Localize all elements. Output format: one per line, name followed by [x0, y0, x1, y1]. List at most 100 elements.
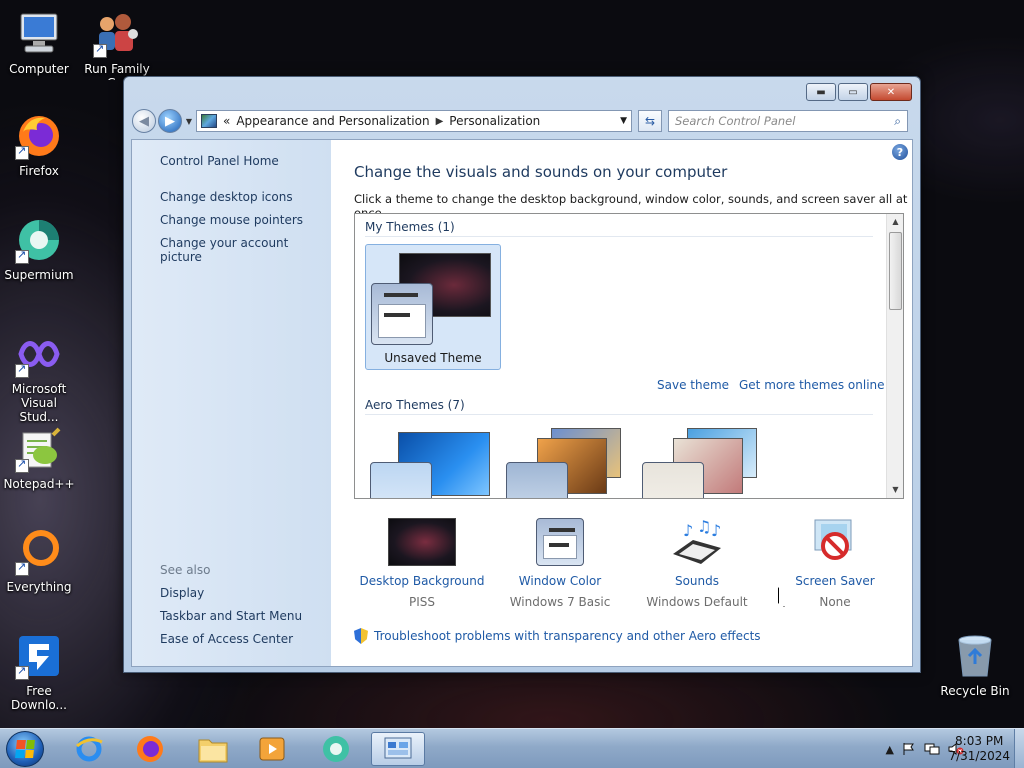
change-mouse-pointers-link[interactable]: Change mouse pointers [160, 213, 303, 227]
taskbar: ▲ 8:03 PM 7/31/2024 [0, 728, 1024, 768]
breadcrumb-personalization[interactable]: Personalization [449, 114, 540, 128]
window-color-button[interactable]: Window Color Windows 7 Basic [490, 518, 630, 609]
taskbar-firefox[interactable] [123, 732, 177, 766]
desktop-background-label[interactable]: Desktop Background [352, 574, 492, 588]
ease-of-access-link[interactable]: Ease of Access Center [160, 632, 293, 646]
desktop-icon-label: Free Downlo... [11, 684, 67, 712]
troubleshoot-label[interactable]: Troubleshoot problems with transparency … [374, 629, 761, 643]
desktop-background-button[interactable]: Desktop Background PISS [352, 518, 492, 609]
screen-saver-button[interactable]: Screen Saver None [765, 518, 905, 609]
desktop-background-value: PISS [408, 595, 435, 609]
sounds-icon: ♪ ♫ ♪ [663, 517, 731, 566]
shortcut-arrow-icon [15, 362, 29, 378]
back-button[interactable]: ◀ [132, 109, 156, 133]
theme-list-scrollbar[interactable]: ▲ ▼ [886, 214, 903, 498]
change-desktop-icons-link[interactable]: Change desktop icons [160, 190, 293, 204]
address-bar[interactable]: « Appearance and Personalization ▶ Perso… [196, 110, 632, 132]
theme-unsaved[interactable]: Unsaved Theme [365, 244, 501, 370]
screen-saver-label[interactable]: Screen Saver [765, 574, 905, 588]
theme-list[interactable]: My Themes (1) Unsaved Theme Save theme G… [354, 213, 904, 499]
divider [365, 414, 873, 415]
breadcrumb-separator-icon[interactable]: ▶ [436, 116, 444, 127]
shortcut-arrow-icon [15, 457, 29, 473]
personalization-window: ▬ ▭ ✕ ◀ ▶ ▼ « Appearance and Personaliza… [123, 76, 921, 673]
recent-pages-dropdown[interactable]: ▼ [184, 117, 194, 126]
clock-time: 8:03 PM [955, 734, 1004, 748]
desktop-icon-recycle-bin[interactable]: Recycle Bin [937, 632, 1013, 698]
help-icon[interactable]: ? [892, 144, 908, 160]
taskbar-supermium[interactable] [309, 732, 363, 766]
desktop-icon-supermium[interactable]: Supermium [1, 216, 77, 282]
theme-aero-windows7[interactable] [365, 424, 501, 498]
taskbar-start-menu-link[interactable]: Taskbar and Start Menu [160, 609, 302, 623]
desktop-icon-notepadpp[interactable]: Notepad++ [1, 425, 77, 491]
maximize-button[interactable]: ▭ [838, 83, 868, 101]
supermium-icon [15, 216, 63, 264]
desktop-icon-label: Notepad++ [3, 477, 75, 491]
visual-studio-icon [15, 330, 63, 378]
shortcut-arrow-icon [93, 42, 107, 58]
my-themes-heading: My Themes (1) [365, 220, 455, 234]
desktop-icon-computer[interactable]: Computer [1, 10, 77, 76]
theme-aero-characters[interactable] [637, 424, 773, 498]
forward-arrow-icon: ▶ [165, 113, 175, 129]
network-icon[interactable] [924, 742, 940, 756]
recycle-bin-icon [951, 632, 999, 680]
address-dropdown-icon[interactable]: ▼ [620, 116, 627, 126]
everything-icon [15, 528, 63, 576]
desktop-icon-firefox[interactable]: Firefox [1, 112, 77, 178]
desktop-icon-everything[interactable]: Everything [1, 528, 77, 594]
taskbar-control-panel[interactable] [371, 732, 425, 766]
control-panel-icon [201, 114, 217, 128]
breadcrumb-appearance[interactable]: Appearance and Personalization [236, 114, 429, 128]
shield-icon [354, 628, 368, 644]
scroll-down-icon[interactable]: ▼ [887, 482, 903, 498]
minimize-button[interactable]: ▬ [806, 83, 836, 101]
refresh-button[interactable]: ⇆ [638, 110, 662, 132]
window-client-area: Control Panel Home Change desktop icons … [131, 139, 913, 667]
get-more-themes-link[interactable]: Get more themes online [739, 378, 885, 392]
sounds-button[interactable]: ♪ ♫ ♪ Sounds Windows Default [627, 517, 767, 609]
back-arrow-icon: ◀ [139, 113, 149, 129]
forward-button[interactable]: ▶ [158, 109, 182, 133]
scroll-up-icon[interactable]: ▲ [887, 214, 903, 230]
desktop-icon-free-download[interactable]: Free Downlo... [1, 632, 77, 712]
svg-text:♪: ♪ [711, 521, 721, 540]
control-panel-icon [384, 737, 412, 759]
taskbar-media-player[interactable] [245, 732, 299, 766]
show-desktop-button[interactable] [1014, 729, 1024, 768]
window-color-icon [526, 518, 594, 566]
desktop-icon-label: Computer [9, 62, 69, 76]
clock[interactable]: 8:03 PM 7/31/2024 [948, 734, 1010, 764]
taskbar-explorer[interactable] [186, 732, 240, 766]
sounds-label[interactable]: Sounds [627, 574, 767, 588]
start-button[interactable] [6, 731, 44, 767]
change-account-picture-link[interactable]: Change your account picture [160, 236, 331, 264]
control-panel-home-link[interactable]: Control Panel Home [160, 154, 279, 168]
theme-aero-architecture[interactable] [501, 424, 637, 498]
desktop-icon-run-family-gui[interactable]: Run Family Gui [79, 10, 155, 80]
save-theme-link[interactable]: Save theme [657, 378, 729, 392]
action-center-flag-icon[interactable] [902, 742, 916, 756]
shortcut-arrow-icon [15, 560, 29, 576]
desktop-icon-visual-studio[interactable]: Microsoft Visual Stud... [1, 330, 77, 424]
desktop-icon-label: Recycle Bin [940, 684, 1010, 698]
window-color-label[interactable]: Window Color [490, 574, 630, 588]
close-button[interactable]: ✕ [870, 83, 912, 101]
clock-date: 7/31/2024 [948, 749, 1010, 763]
troubleshoot-link[interactable]: Troubleshoot problems with transparency … [354, 628, 761, 644]
display-link[interactable]: Display [160, 586, 204, 600]
scroll-thumb[interactable] [889, 232, 902, 310]
search-input[interactable]: Search Control Panel ⌕ [668, 110, 908, 132]
address-prefix[interactable]: « [223, 114, 230, 128]
tray-overflow-icon[interactable]: ▲ [886, 743, 894, 756]
family-icon [93, 10, 141, 58]
desktop-background-icon [388, 518, 456, 566]
shortcut-arrow-icon [15, 664, 29, 680]
taskbar-internet-explorer[interactable] [62, 732, 116, 766]
left-pane: Control Panel Home Change desktop icons … [132, 140, 331, 666]
search-icon[interactable]: ⌕ [894, 114, 901, 129]
folder-icon [198, 739, 228, 763]
desktop-icon-label: Everything [6, 580, 72, 594]
windows-logo-icon [15, 740, 35, 758]
